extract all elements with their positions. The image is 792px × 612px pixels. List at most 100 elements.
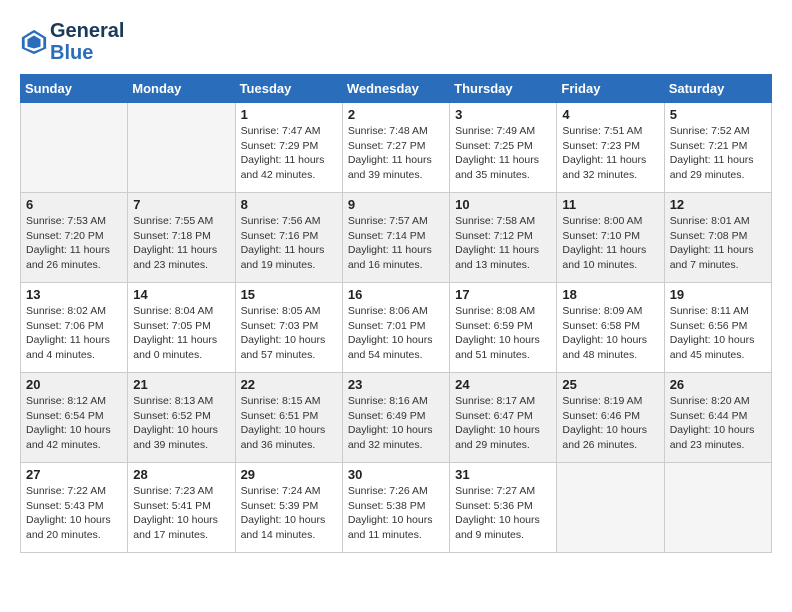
day-info: Sunrise: 7:49 AMSunset: 7:25 PMDaylight:… bbox=[455, 124, 551, 183]
calendar-day-cell: 28Sunrise: 7:23 AMSunset: 5:41 PMDayligh… bbox=[128, 463, 235, 553]
calendar-day-cell: 5 Sunrise: 7:52 AMSunset: 7:21 PMDaylight… bbox=[664, 103, 771, 193]
day-info: Sunrise: 7:58 AMSunset: 7:12 PMDaylight:… bbox=[455, 214, 551, 273]
day-of-week-header: Monday bbox=[128, 75, 235, 103]
day-info: Sunrise: 8:11 AMSunset: 6:56 PMDaylight:… bbox=[670, 304, 766, 363]
day-info: Sunrise: 7:23 AMSunset: 5:41 PMDaylight:… bbox=[133, 484, 229, 543]
calendar-day-cell: 30 Sunrise: 7:26 AMSunset: 5:38 PMDayligh… bbox=[342, 463, 449, 553]
day-number: 23 bbox=[348, 377, 444, 392]
day-number: 4 bbox=[562, 107, 658, 122]
day-number: 7 bbox=[133, 197, 229, 212]
day-number: 8 bbox=[241, 197, 337, 212]
day-number: 29 bbox=[241, 467, 337, 482]
day-number: 5 bbox=[670, 107, 766, 122]
calendar-day-cell: 10 Sunrise: 7:58 AMSunset: 7:12 PMDayligh… bbox=[450, 193, 557, 283]
day-info: Sunrise: 7:51 AMSunset: 7:23 PMDaylight:… bbox=[562, 124, 658, 183]
day-info: Sunrise: 7:56 AMSunset: 7:16 PMDaylight:… bbox=[241, 214, 337, 273]
day-info: Sunrise: 8:20 AMSunset: 6:44 PMDaylight:… bbox=[670, 394, 766, 453]
calendar-day-cell: 9Sunrise: 7:57 AMSunset: 7:14 PMDaylight… bbox=[342, 193, 449, 283]
calendar-week-row: 13 Sunrise: 8:02 AMSunset: 7:06 PMDayligh… bbox=[21, 283, 772, 373]
calendar-day-cell bbox=[664, 463, 771, 553]
calendar-day-cell: 26Sunrise: 8:20 AMSunset: 6:44 PMDayligh… bbox=[664, 373, 771, 463]
calendar-day-cell: 16 Sunrise: 8:06 AMSunset: 7:01 PMDayligh… bbox=[342, 283, 449, 373]
day-info: Sunrise: 7:48 AMSunset: 7:27 PMDaylight:… bbox=[348, 124, 444, 183]
day-number: 30 bbox=[348, 467, 444, 482]
day-info: Sunrise: 7:26 AMSunset: 5:38 PMDaylight:… bbox=[348, 484, 444, 543]
calendar-day-cell: 12Sunrise: 8:01 AMSunset: 7:08 PMDayligh… bbox=[664, 193, 771, 283]
day-number: 21 bbox=[133, 377, 229, 392]
day-info: Sunrise: 7:24 AMSunset: 5:39 PMDaylight:… bbox=[241, 484, 337, 543]
calendar-day-cell: 25 Sunrise: 8:19 AMSunset: 6:46 PMDayligh… bbox=[557, 373, 664, 463]
calendar-day-cell: 22 Sunrise: 8:15 AMSunset: 6:51 PMDayligh… bbox=[235, 373, 342, 463]
calendar-day-cell bbox=[557, 463, 664, 553]
day-number: 18 bbox=[562, 287, 658, 302]
day-info: Sunrise: 8:05 AMSunset: 7:03 PMDaylight:… bbox=[241, 304, 337, 363]
day-info: Sunrise: 8:01 AMSunset: 7:08 PMDaylight:… bbox=[670, 214, 766, 273]
day-info: Sunrise: 8:12 AMSunset: 6:54 PMDaylight:… bbox=[26, 394, 122, 453]
day-info: Sunrise: 7:27 AMSunset: 5:36 PMDaylight:… bbox=[455, 484, 551, 543]
day-info: Sunrise: 8:15 AMSunset: 6:51 PMDaylight:… bbox=[241, 394, 337, 453]
day-number: 31 bbox=[455, 467, 551, 482]
day-info: Sunrise: 8:09 AMSunset: 6:58 PMDaylight:… bbox=[562, 304, 658, 363]
day-number: 6 bbox=[26, 197, 122, 212]
day-number: 9 bbox=[348, 197, 444, 212]
calendar-day-cell: 8 Sunrise: 7:56 AMSunset: 7:16 PMDaylight… bbox=[235, 193, 342, 283]
calendar-day-cell: 20 Sunrise: 8:12 AMSunset: 6:54 PMDayligh… bbox=[21, 373, 128, 463]
day-number: 20 bbox=[26, 377, 122, 392]
calendar-week-row: 1 Sunrise: 7:47 AMSunset: 7:29 PMDaylight… bbox=[21, 103, 772, 193]
day-number: 1 bbox=[241, 107, 337, 122]
day-info: Sunrise: 8:04 AMSunset: 7:05 PMDaylight:… bbox=[133, 304, 229, 363]
calendar-header-row: SundayMondayTuesdayWednesdayThursdayFrid… bbox=[21, 75, 772, 103]
calendar-day-cell: 17 Sunrise: 8:08 AMSunset: 6:59 PMDayligh… bbox=[450, 283, 557, 373]
calendar-table: SundayMondayTuesdayWednesdayThursdayFrid… bbox=[20, 74, 772, 553]
calendar-day-cell: 6 Sunrise: 7:53 AMSunset: 7:20 PMDaylight… bbox=[21, 193, 128, 283]
day-info: Sunrise: 8:06 AMSunset: 7:01 PMDaylight:… bbox=[348, 304, 444, 363]
day-of-week-header: Friday bbox=[557, 75, 664, 103]
calendar-week-row: 6 Sunrise: 7:53 AMSunset: 7:20 PMDaylight… bbox=[21, 193, 772, 283]
day-number: 24 bbox=[455, 377, 551, 392]
day-info: Sunrise: 8:08 AMSunset: 6:59 PMDaylight:… bbox=[455, 304, 551, 363]
day-number: 16 bbox=[348, 287, 444, 302]
calendar-day-cell: 18 Sunrise: 8:09 AMSunset: 6:58 PMDayligh… bbox=[557, 283, 664, 373]
day-number: 14 bbox=[133, 287, 229, 302]
logo: General Blue bbox=[20, 20, 124, 64]
day-info: Sunrise: 7:22 AMSunset: 5:43 PMDaylight:… bbox=[26, 484, 122, 543]
day-number: 3 bbox=[455, 107, 551, 122]
day-number: 13 bbox=[26, 287, 122, 302]
day-info: Sunrise: 7:52 AMSunset: 7:21 PMDaylight:… bbox=[670, 124, 766, 183]
day-number: 17 bbox=[455, 287, 551, 302]
day-info: Sunrise: 8:16 AMSunset: 6:49 PMDaylight:… bbox=[348, 394, 444, 453]
day-of-week-header: Saturday bbox=[664, 75, 771, 103]
day-info: Sunrise: 8:19 AMSunset: 6:46 PMDaylight:… bbox=[562, 394, 658, 453]
calendar-day-cell: 27Sunrise: 7:22 AMSunset: 5:43 PMDayligh… bbox=[21, 463, 128, 553]
day-info: Sunrise: 7:55 AMSunset: 7:18 PMDaylight:… bbox=[133, 214, 229, 273]
day-number: 11 bbox=[562, 197, 658, 212]
day-number: 15 bbox=[241, 287, 337, 302]
calendar-day-cell bbox=[21, 103, 128, 193]
day-info: Sunrise: 8:00 AMSunset: 7:10 PMDaylight:… bbox=[562, 214, 658, 273]
calendar-day-cell bbox=[128, 103, 235, 193]
calendar-day-cell: 11 Sunrise: 8:00 AMSunset: 7:10 PMDayligh… bbox=[557, 193, 664, 283]
day-of-week-header: Sunday bbox=[21, 75, 128, 103]
calendar-day-cell: 19 Sunrise: 8:11 AMSunset: 6:56 PMDayligh… bbox=[664, 283, 771, 373]
calendar-day-cell: 4 Sunrise: 7:51 AMSunset: 7:23 PMDaylight… bbox=[557, 103, 664, 193]
day-of-week-header: Thursday bbox=[450, 75, 557, 103]
calendar-day-cell: 24 Sunrise: 8:17 AMSunset: 6:47 PMDayligh… bbox=[450, 373, 557, 463]
calendar-day-cell: 23 Sunrise: 8:16 AMSunset: 6:49 PMDayligh… bbox=[342, 373, 449, 463]
logo-text: General Blue bbox=[50, 20, 124, 64]
day-info: Sunrise: 8:13 AMSunset: 6:52 PMDaylight:… bbox=[133, 394, 229, 453]
calendar-day-cell: 7 Sunrise: 7:55 AMSunset: 7:18 PMDaylight… bbox=[128, 193, 235, 283]
day-number: 10 bbox=[455, 197, 551, 212]
day-info: Sunrise: 8:02 AMSunset: 7:06 PMDaylight:… bbox=[26, 304, 122, 363]
day-info: Sunrise: 8:17 AMSunset: 6:47 PMDaylight:… bbox=[455, 394, 551, 453]
day-info: Sunrise: 7:53 AMSunset: 7:20 PMDaylight:… bbox=[26, 214, 122, 273]
day-number: 25 bbox=[562, 377, 658, 392]
day-number: 19 bbox=[670, 287, 766, 302]
calendar-week-row: 27Sunrise: 7:22 AMSunset: 5:43 PMDayligh… bbox=[21, 463, 772, 553]
calendar-day-cell: 2Sunrise: 7:48 AMSunset: 7:27 PMDaylight… bbox=[342, 103, 449, 193]
day-of-week-header: Tuesday bbox=[235, 75, 342, 103]
calendar-day-cell: 13 Sunrise: 8:02 AMSunset: 7:06 PMDayligh… bbox=[21, 283, 128, 373]
day-number: 22 bbox=[241, 377, 337, 392]
day-info: Sunrise: 7:47 AMSunset: 7:29 PMDaylight:… bbox=[241, 124, 337, 183]
calendar-day-cell: 1 Sunrise: 7:47 AMSunset: 7:29 PMDaylight… bbox=[235, 103, 342, 193]
calendar-day-cell: 14 Sunrise: 8:04 AMSunset: 7:05 PMDayligh… bbox=[128, 283, 235, 373]
